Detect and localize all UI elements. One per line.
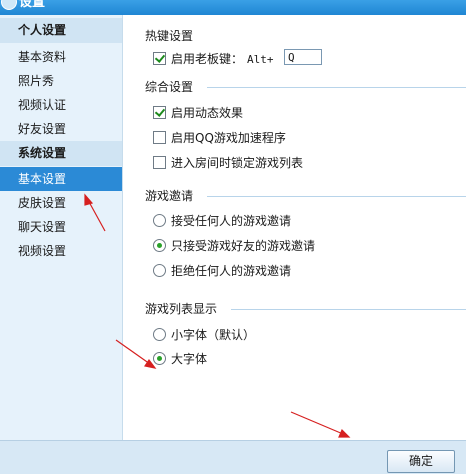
dynamic-effects-label: 启用动态效果 bbox=[171, 106, 244, 120]
boss-key-checkbox[interactable] bbox=[153, 52, 166, 65]
option-game-accelerator[interactable]: 启用QQ游戏加速程序 bbox=[153, 129, 286, 147]
settings-panel: 热键设置 启用老板键： Alt+ Q 综合设置 启用动态效果 启用QQ游戏加速程序… bbox=[123, 15, 466, 440]
sidebar-section-personal: 个人设置 bbox=[0, 18, 122, 43]
font-large-radio[interactable] bbox=[153, 352, 166, 365]
sidebar-item-video-verify[interactable]: 视频认证 bbox=[0, 93, 122, 117]
list-display-group-title: 游戏列表显示 bbox=[145, 302, 218, 316]
invite-accept-all-radio[interactable] bbox=[153, 214, 166, 227]
sidebar-item-skin-settings[interactable]: 皮肤设置 bbox=[0, 191, 122, 215]
sidebar-section-system: 系统设置 bbox=[0, 141, 122, 166]
invite-friends-only-radio[interactable] bbox=[153, 239, 166, 252]
sidebar-item-basic-settings[interactable]: 基本设置 bbox=[0, 167, 122, 191]
invite-group-title: 游戏邀请 bbox=[145, 189, 194, 203]
boss-key-row[interactable]: 启用老板键： Alt+ bbox=[153, 50, 274, 68]
option-lock-game-list[interactable]: 进入房间时锁定游戏列表 bbox=[153, 154, 303, 172]
invite-accept-all-label: 接受任何人的游戏邀请 bbox=[171, 214, 292, 228]
radio-selected-dot bbox=[157, 243, 162, 248]
footer-bar: 确定 bbox=[0, 440, 466, 474]
option-dynamic-effects[interactable]: 启用动态效果 bbox=[153, 104, 243, 122]
list-display-divider bbox=[231, 309, 466, 310]
font-small-label: 小字体（默认） bbox=[171, 328, 256, 342]
general-group-title: 综合设置 bbox=[145, 80, 194, 94]
general-divider bbox=[207, 87, 466, 88]
title-bar: 设置 bbox=[0, 0, 466, 15]
sidebar-item-basic-info[interactable]: 基本资料 bbox=[0, 45, 122, 69]
hotkey-group-title: 热键设置 bbox=[145, 29, 194, 43]
dynamic-effects-checkbox[interactable] bbox=[153, 106, 166, 119]
invite-friends-only[interactable]: 只接受游戏好友的游戏邀请 bbox=[153, 237, 315, 255]
lock-game-list-checkbox[interactable] bbox=[153, 156, 166, 169]
check-icon bbox=[154, 106, 166, 117]
boss-key-label: 启用老板键： bbox=[171, 52, 244, 66]
app-icon bbox=[1, 0, 17, 10]
hotkey-prefix: Alt+ bbox=[247, 53, 274, 66]
invite-accept-all[interactable]: 接受任何人的游戏邀请 bbox=[153, 212, 291, 230]
font-large-label: 大字体 bbox=[171, 352, 208, 366]
sidebar-item-photo-show[interactable]: 照片秀 bbox=[0, 69, 122, 93]
game-accelerator-label: 启用QQ游戏加速程序 bbox=[171, 131, 286, 145]
window-title: 设置 bbox=[19, 0, 46, 10]
font-small-radio[interactable] bbox=[153, 328, 166, 341]
ok-button[interactable]: 确定 bbox=[387, 450, 455, 473]
sidebar-item-video-settings[interactable]: 视频设置 bbox=[0, 239, 122, 263]
invite-reject-all[interactable]: 拒绝任何人的游戏邀请 bbox=[153, 262, 291, 280]
invite-reject-all-label: 拒绝任何人的游戏邀请 bbox=[171, 264, 292, 278]
font-large-option[interactable]: 大字体 bbox=[153, 350, 207, 368]
invite-reject-all-radio[interactable] bbox=[153, 264, 166, 277]
sidebar-item-chat-settings[interactable]: 聊天设置 bbox=[0, 215, 122, 239]
invite-divider bbox=[207, 196, 466, 197]
check-icon bbox=[154, 52, 166, 63]
radio-selected-dot bbox=[157, 356, 162, 361]
lock-game-list-label: 进入房间时锁定游戏列表 bbox=[171, 156, 304, 170]
game-accelerator-checkbox[interactable] bbox=[153, 131, 166, 144]
sidebar-item-friend-settings[interactable]: 好友设置 bbox=[0, 117, 122, 141]
invite-friends-only-label: 只接受游戏好友的游戏邀请 bbox=[171, 239, 316, 253]
font-small-option[interactable]: 小字体（默认） bbox=[153, 326, 255, 344]
hotkey-input[interactable]: Q bbox=[284, 49, 322, 65]
sidebar: 个人设置 基本资料 照片秀 视频认证 好友设置 系统设置 基本设置 皮肤设置 聊… bbox=[0, 15, 123, 440]
